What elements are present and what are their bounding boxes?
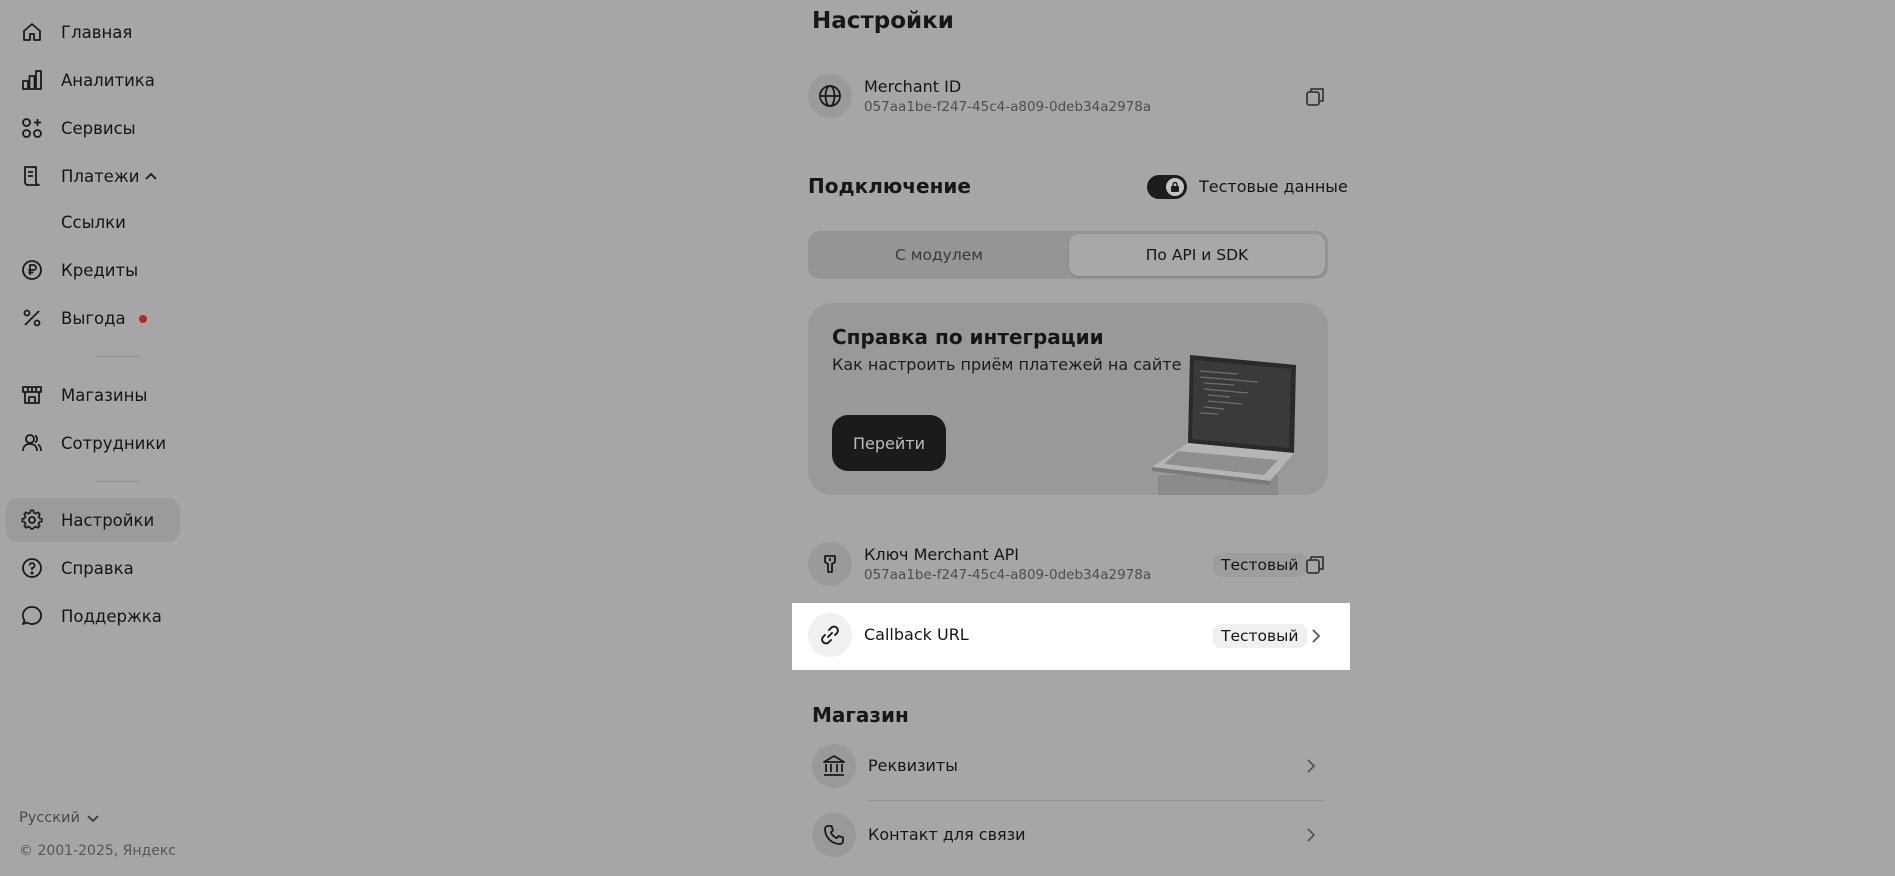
copy-icon[interactable] — [1304, 554, 1326, 576]
sidebar-item-benefits[interactable]: Выгода — [6, 296, 180, 340]
sidebar-item-help[interactable]: Справка — [6, 546, 180, 590]
sidebar-item-label: Магазины — [61, 385, 148, 405]
sidebar-item-stores[interactable]: Магазины — [6, 373, 180, 417]
sidebar-item-employees[interactable]: Сотрудники — [6, 421, 180, 465]
language-selector[interactable]: Русский — [19, 810, 100, 826]
key-icon — [808, 542, 852, 586]
sidebar-item-label: Сервисы — [61, 118, 136, 138]
home-icon — [21, 21, 43, 43]
phone-icon — [812, 813, 856, 857]
shop-title: Магазин — [812, 703, 909, 727]
chevron-right-icon — [1308, 627, 1324, 645]
percent-icon — [21, 307, 43, 329]
shop-item-label: Реквизиты — [868, 756, 958, 775]
copy-icon[interactable] — [1304, 86, 1326, 108]
sidebar-item-credits[interactable]: Кредиты — [6, 248, 180, 292]
sidebar-item-services[interactable]: Сервисы — [6, 106, 180, 150]
sidebar-item-label: Кредиты — [61, 260, 139, 280]
test-badge: Тестовый — [1213, 624, 1307, 648]
globe-icon — [808, 74, 852, 118]
divider — [96, 481, 140, 482]
test-data-toggle[interactable] — [1147, 175, 1187, 199]
copyright: © 2001-2025, Яндекс — [19, 843, 176, 859]
store-icon — [21, 384, 43, 406]
sidebar-item-label: Аналитика — [61, 70, 155, 90]
ruble-icon — [21, 259, 43, 281]
connection-tabs: С модулем По API и SDK — [808, 231, 1328, 279]
sidebar-item-label: Главная — [61, 22, 133, 42]
shop-item-label: Контакт для связи — [868, 825, 1026, 844]
help-card-subtitle: Как настроить приём платежей на сайте — [832, 355, 1182, 374]
link-icon — [808, 613, 852, 657]
api-key-title: Ключ Merchant API — [864, 545, 1020, 564]
language-label: Русский — [19, 810, 80, 826]
sidebar-item-label: Поддержка — [61, 606, 162, 626]
sidebar-item-label: Справка — [61, 558, 134, 578]
help-card-title: Справка по интеграции — [832, 325, 1104, 349]
test-badge: Тестовый — [1213, 553, 1307, 577]
test-data-label: Тестовые данные — [1199, 177, 1348, 196]
lock-icon — [1166, 178, 1184, 196]
sidebar-item-label: Настройки — [61, 510, 155, 530]
sidebar-item-label: Платежи — [61, 166, 140, 186]
api-key-value: 057aa1be-f247-45c4-a809-0deb34a2978a — [864, 567, 1152, 583]
callback-url-row[interactable]: Callback URL Тестовый — [792, 603, 1350, 670]
chevron-down-icon — [86, 811, 100, 825]
sidebar-item-links[interactable]: Ссылки — [6, 200, 180, 244]
sidebar-item-payments[interactable]: Платежи — [6, 154, 180, 198]
chevron-right-icon — [1303, 826, 1319, 844]
chat-icon — [21, 605, 43, 627]
page-title: Настройки — [812, 8, 954, 34]
gear-icon — [21, 509, 43, 531]
connection-title: Подключение — [808, 174, 971, 198]
tab-module[interactable]: С модулем — [811, 234, 1067, 276]
sidebar-item-label: Выгода — [61, 308, 126, 328]
chevron-right-icon — [1303, 757, 1319, 775]
sidebar-item-home[interactable]: Главная — [6, 10, 180, 54]
integration-help-card: Справка по интеграции Как настроить приё… — [808, 303, 1328, 495]
go-button[interactable]: Перейти — [832, 415, 946, 471]
chevron-up-icon[interactable] — [143, 168, 159, 184]
sidebar-item-label: Ссылки — [61, 212, 126, 232]
sidebar-item-support[interactable]: Поддержка — [6, 594, 180, 638]
users-icon — [21, 432, 43, 454]
sidebar-item-analytics[interactable]: Аналитика — [6, 58, 180, 102]
sidebar-item-settings[interactable]: Настройки — [6, 498, 180, 542]
services-icon — [21, 117, 43, 139]
bank-icon — [812, 744, 856, 788]
callback-url-title: Callback URL — [864, 625, 969, 644]
merchant-id-value: 057aa1be-f247-45c4-a809-0deb34a2978a — [864, 99, 1152, 115]
notification-dot — [139, 315, 147, 323]
divider — [868, 800, 1324, 801]
sidebar: Главная Аналитика Сервисы Платежи Ссылки… — [0, 0, 190, 876]
sidebar-item-label: Сотрудники — [61, 433, 167, 453]
tab-api-sdk[interactable]: По API и SDK — [1069, 234, 1325, 276]
bar-chart-icon — [21, 69, 43, 91]
merchant-id-title: Merchant ID — [864, 77, 962, 96]
laptop-illustration — [1138, 343, 1328, 495]
receipt-icon — [21, 165, 43, 187]
divider — [96, 356, 140, 357]
question-icon — [21, 557, 43, 579]
